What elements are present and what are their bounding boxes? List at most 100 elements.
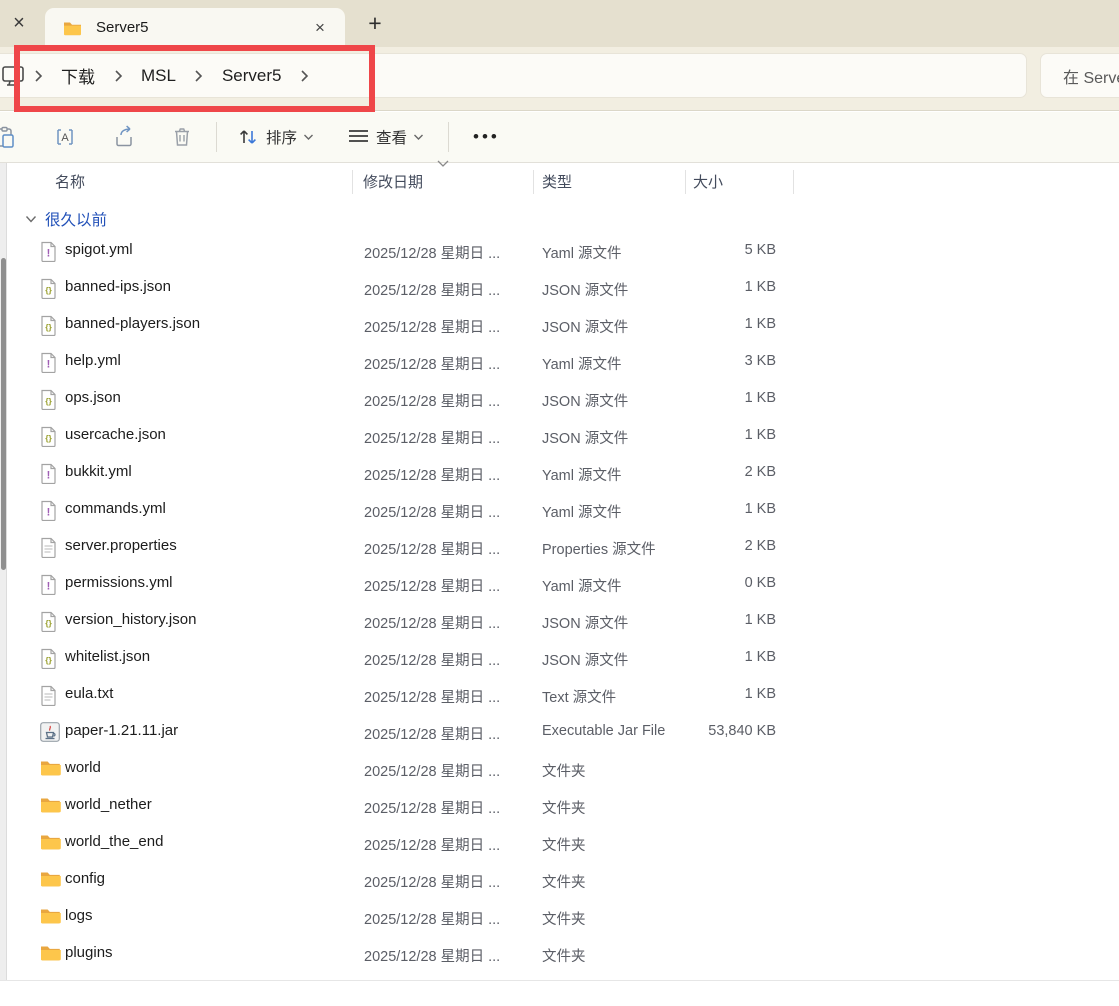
file-type: Yaml 源文件 <box>542 575 622 596</box>
json-file-icon: {} <box>40 611 60 631</box>
file-name[interactable]: banned-players.json <box>65 315 200 332</box>
file-type: 文件夹 <box>542 908 586 929</box>
view-label: 查看 <box>376 126 407 148</box>
file-row[interactable]: world_nether 2025/12/28 星期日 ... 文件夹 <box>0 788 1119 825</box>
file-name[interactable]: spigot.yml <box>65 241 133 258</box>
file-size: 2 KB <box>640 538 776 554</box>
file-name[interactable]: world <box>65 759 101 776</box>
file-size: 1 KB <box>640 279 776 295</box>
file-name[interactable]: plugins <box>65 944 113 961</box>
breadcrumb-item-server5[interactable]: Server5 <box>212 60 292 92</box>
file-date: 2025/12/28 星期日 ... <box>364 279 500 300</box>
breadcrumb-item-downloads[interactable]: 下载 <box>51 57 105 94</box>
breadcrumb-item-msl[interactable]: MSL <box>131 60 186 92</box>
file-row[interactable]: ! permissions.yml 2025/12/28 星期日 ... Yam… <box>0 566 1119 603</box>
file-name[interactable]: world_the_end <box>65 833 163 850</box>
file-date: 2025/12/28 星期日 ... <box>364 612 500 633</box>
chevron-right-icon[interactable] <box>105 69 131 83</box>
file-row[interactable]: ! help.yml 2025/12/28 星期日 ... Yaml 源文件 3… <box>0 344 1119 381</box>
column-divider[interactable] <box>685 170 686 194</box>
file-row[interactable]: server.properties 2025/12/28 星期日 ... Pro… <box>0 529 1119 566</box>
column-divider[interactable] <box>352 170 353 194</box>
file-date: 2025/12/28 星期日 ... <box>364 649 500 670</box>
file-type: Properties 源文件 <box>542 538 656 559</box>
file-row[interactable]: {} ops.json 2025/12/28 星期日 ... JSON 源文件 … <box>0 381 1119 418</box>
chevron-right-icon[interactable] <box>292 69 318 83</box>
file-size: 53,840 KB <box>640 723 776 739</box>
file-date: 2025/12/28 星期日 ... <box>364 538 500 559</box>
close-icon[interactable]: × <box>8 12 30 34</box>
file-size: 1 KB <box>640 649 776 665</box>
file-type: JSON 源文件 <box>542 649 628 670</box>
paste-icon[interactable] <box>0 125 17 149</box>
file-type: 文件夹 <box>542 760 586 781</box>
file-row[interactable]: {} version_history.json 2025/12/28 星期日 .… <box>0 603 1119 640</box>
file-name[interactable]: commands.yml <box>65 500 166 517</box>
view-list-icon <box>348 128 369 146</box>
file-row[interactable]: {} banned-ips.json 2025/12/28 星期日 ... JS… <box>0 270 1119 307</box>
file-row[interactable]: plugins 2025/12/28 星期日 ... 文件夹 <box>0 936 1119 973</box>
search-input[interactable]: 在 Serve <box>1040 53 1119 98</box>
file-name[interactable]: logs <box>65 907 93 924</box>
column-header-name[interactable]: 名称 <box>55 171 85 192</box>
address-bar[interactable]: 下载 MSL Server5 <box>0 53 1027 98</box>
column-divider[interactable] <box>793 170 794 194</box>
svg-text:{}: {} <box>45 396 52 406</box>
toolbar-divider <box>448 122 449 152</box>
view-button[interactable]: 查看 <box>348 126 424 148</box>
file-name[interactable]: config <box>65 870 105 887</box>
file-name[interactable]: usercache.json <box>65 426 166 443</box>
file-name[interactable]: banned-ips.json <box>65 278 171 295</box>
file-name[interactable]: eula.txt <box>65 685 113 702</box>
this-pc-icon <box>0 65 25 87</box>
column-header-row: 名称 修改日期 类型 大小 <box>0 165 1119 199</box>
file-row[interactable]: paper-1.21.11.jar 2025/12/28 星期日 ... Exe… <box>0 714 1119 751</box>
file-row[interactable]: config 2025/12/28 星期日 ... 文件夹 <box>0 862 1119 899</box>
file-row[interactable]: world_the_end 2025/12/28 星期日 ... 文件夹 <box>0 825 1119 862</box>
chevron-right-icon[interactable] <box>186 69 212 83</box>
column-divider[interactable] <box>533 170 534 194</box>
delete-icon[interactable] <box>170 125 194 149</box>
file-row[interactable]: world 2025/12/28 星期日 ... 文件夹 <box>0 751 1119 788</box>
folder-icon <box>40 796 60 816</box>
file-name[interactable]: permissions.yml <box>65 574 173 591</box>
file-date: 2025/12/28 星期日 ... <box>364 390 500 411</box>
column-header-date[interactable]: 修改日期 <box>363 171 423 192</box>
tab-server5[interactable]: Server5 × <box>45 8 345 47</box>
file-row[interactable]: ! spigot.yml 2025/12/28 星期日 ... Yaml 源文件… <box>0 233 1119 270</box>
column-header-type[interactable]: 类型 <box>542 171 572 192</box>
more-options-button[interactable]: ••• <box>467 127 506 147</box>
file-row[interactable]: eula.txt 2025/12/28 星期日 ... Text 源文件 1 K… <box>0 677 1119 714</box>
file-name[interactable]: bukkit.yml <box>65 463 132 480</box>
file-row[interactable]: ! commands.yml 2025/12/28 星期日 ... Yaml 源… <box>0 492 1119 529</box>
file-name[interactable]: paper-1.21.11.jar <box>65 722 178 739</box>
new-tab-button[interactable]: + <box>362 11 388 37</box>
file-type: 文件夹 <box>542 834 586 855</box>
file-name[interactable]: world_nether <box>65 796 152 813</box>
file-name[interactable]: help.yml <box>65 352 121 369</box>
share-icon[interactable] <box>113 125 137 149</box>
file-row[interactable]: {} whitelist.json 2025/12/28 星期日 ... JSO… <box>0 640 1119 677</box>
sort-button[interactable]: 排序 <box>237 126 314 148</box>
file-row[interactable]: {} usercache.json 2025/12/28 星期日 ... JSO… <box>0 418 1119 455</box>
file-type: JSON 源文件 <box>542 279 628 300</box>
file-date: 2025/12/28 星期日 ... <box>364 797 500 818</box>
tab-close-icon[interactable]: × <box>309 17 331 39</box>
file-name[interactable]: server.properties <box>65 537 177 554</box>
sort-direction-icon[interactable] <box>436 159 450 168</box>
file-name[interactable]: version_history.json <box>65 611 196 628</box>
group-header-long-ago[interactable]: 很久以前 <box>0 205 107 233</box>
file-name[interactable]: ops.json <box>65 389 121 406</box>
file-date: 2025/12/28 星期日 ... <box>364 427 500 448</box>
file-size: 1 KB <box>640 427 776 443</box>
json-file-icon: {} <box>40 278 60 298</box>
file-name[interactable]: whitelist.json <box>65 648 150 665</box>
file-row[interactable]: {} banned-players.json 2025/12/28 星期日 ..… <box>0 307 1119 344</box>
file-row[interactable]: ! bukkit.yml 2025/12/28 星期日 ... Yaml 源文件… <box>0 455 1119 492</box>
column-header-size[interactable]: 大小 <box>693 171 723 192</box>
rename-icon[interactable]: A <box>53 125 77 149</box>
yaml-file-icon: ! <box>40 500 60 520</box>
file-row[interactable]: logs 2025/12/28 星期日 ... 文件夹 <box>0 899 1119 936</box>
file-date: 2025/12/28 星期日 ... <box>364 575 500 596</box>
folder-icon <box>40 759 60 779</box>
